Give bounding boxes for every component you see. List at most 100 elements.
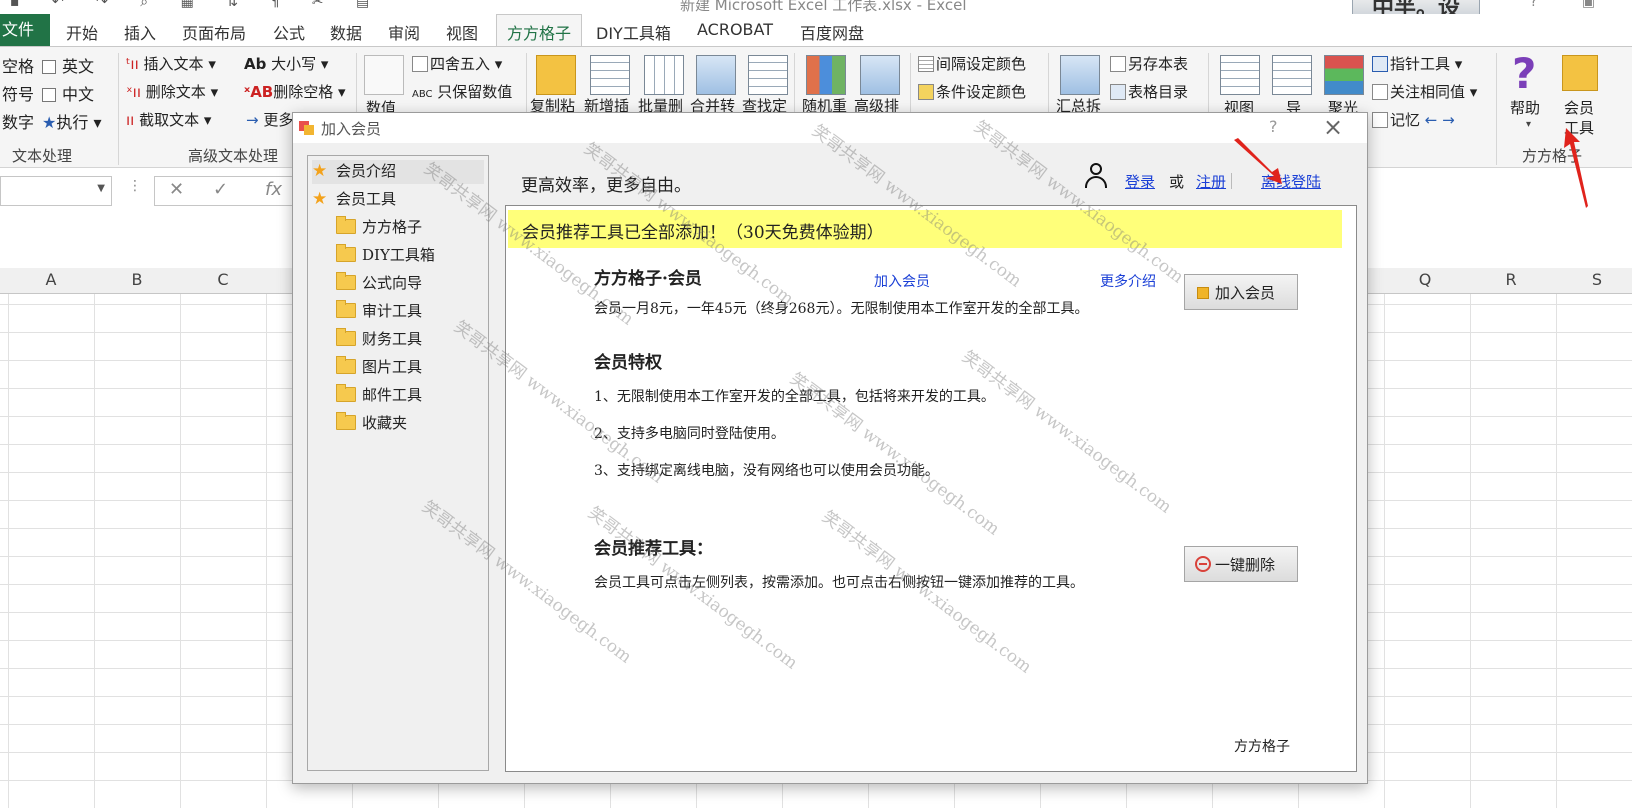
tab-page-layout[interactable]: 页面布局 <box>182 20 246 44</box>
window-buttons[interactable]: ? ▣ — <box>1530 0 1632 14</box>
tree-item-label: 收藏夹 <box>362 414 408 432</box>
dialog-slogan: 更高效率，更多自由。 <box>521 176 691 196</box>
redo-arrow-icon[interactable]: → <box>1442 111 1455 129</box>
interval-color-icon <box>918 56 934 72</box>
delete-space-button[interactable]: ˣAB删除空格 ▾ <box>244 81 346 102</box>
round-button[interactable]: 四舍五入 ▾ <box>412 53 502 74</box>
folder-icon <box>336 216 356 234</box>
undo-arrow-icon[interactable]: ← <box>1425 111 1438 129</box>
divider <box>1496 53 1497 165</box>
sheet-index-button[interactable]: 表格目录 <box>1110 81 1188 102</box>
merge-icon <box>696 55 736 95</box>
tree-item-audit[interactable]: 审计工具 <box>336 300 422 324</box>
follow-same-label: 关注相同值 <box>1390 83 1466 101</box>
offline-login-link[interactable]: 离线登陆 <box>1261 171 1321 192</box>
check-english-label: 英文 <box>62 57 95 76</box>
tab-baidu-pan[interactable]: 百度网盘 <box>800 20 864 44</box>
member-tools-icon <box>1562 55 1598 91</box>
quick-access-toolbar[interactable]: ▪ ↶ ↷ ⌕ ▦ ⇅ ¶ ✂ ▤ <box>10 0 383 10</box>
tab-acrobat[interactable]: ACROBAT <box>697 20 773 39</box>
cut-text-button[interactable]: ıı 截取文本 ▾ <box>126 109 211 130</box>
tree-item-finance[interactable]: 财务工具 <box>336 328 422 352</box>
column-header[interactable]: S <box>1554 270 1632 289</box>
check-english[interactable]: 英文 <box>42 53 94 77</box>
login-link[interactable]: 登录 <box>1125 171 1155 192</box>
member-tools-line2[interactable]: 工具 <box>1564 117 1594 138</box>
more-info-link[interactable]: 更多介绍 <box>1100 271 1156 291</box>
pointer-tool-button[interactable]: 指针工具 ▾ <box>1372 53 1462 74</box>
chevron-down-icon[interactable]: ▾ <box>1526 119 1531 130</box>
insert-icon <box>590 55 630 95</box>
tab-insert[interactable]: 插入 <box>124 20 156 44</box>
member-icon <box>1197 287 1209 299</box>
tab-data[interactable]: 数据 <box>330 20 362 44</box>
tree-item-ffgz[interactable]: 方方格子 <box>336 216 422 240</box>
tab-home[interactable]: 开始 <box>66 20 98 44</box>
delete-text-label: 删除文本 <box>145 83 206 101</box>
tree-item-member-tools[interactable]: ★ 会员工具 <box>312 188 396 212</box>
memory-button[interactable]: 记忆 ← → <box>1372 109 1455 130</box>
insert-function-button[interactable]: fx <box>265 179 282 200</box>
close-icon[interactable]: × <box>1323 113 1343 141</box>
check-chinese[interactable]: 中文 <box>42 81 94 105</box>
tree-item-favorites[interactable]: 收藏夹 <box>336 412 407 436</box>
footer-brand: 方方格子 <box>1234 739 1290 755</box>
cancel-icon[interactable]: ✕ <box>169 179 184 200</box>
tree-item-diy[interactable]: DIY工具箱 <box>336 244 435 268</box>
tree-item-member-intro[interactable]: ★ 会员介绍 <box>312 160 484 184</box>
folder-icon <box>336 244 356 262</box>
view-icon <box>1220 55 1260 95</box>
enter-icon[interactable]: ✓ <box>213 179 228 200</box>
keep-value-button[interactable]: ABC 只保留数值 <box>412 81 512 102</box>
column-header[interactable]: C <box>180 270 266 289</box>
dialog-title-bar[interactable]: 加入会员 ? × <box>293 113 1367 143</box>
column-header[interactable]: R <box>1468 270 1554 289</box>
join-member-button[interactable]: 加入会员 <box>1184 274 1298 310</box>
tree-item-formula-wizard[interactable]: 公式向导 <box>336 272 422 296</box>
folder-icon <box>336 300 356 318</box>
insert-text-button[interactable]: ᵗıı 插入文本 ▾ <box>126 53 216 74</box>
check-digit[interactable]: 数字 <box>2 109 34 133</box>
tree-item-image[interactable]: 图片工具 <box>336 356 422 380</box>
column-header[interactable]: A <box>8 270 94 289</box>
privilege-item: 1、无限制使用本工作室开发的全部工具，包括将来开发的工具。 <box>594 389 995 405</box>
cond-color-icon <box>918 84 934 100</box>
interval-color-button[interactable]: 间隔设定颜色 <box>918 53 1026 74</box>
tab-view[interactable]: 视图 <box>446 20 478 44</box>
cond-color-label: 条件设定颜色 <box>936 83 1027 101</box>
delete-all-button[interactable]: 一键删除 <box>1184 546 1298 582</box>
insert-text-icon: ᵗıı <box>126 55 139 73</box>
tab-ffgz[interactable]: 方方格子 <box>496 14 583 47</box>
tab-diy-toolbox[interactable]: DIY工具箱 <box>596 20 671 44</box>
tree-item-mail[interactable]: 邮件工具 <box>336 384 422 408</box>
tree-item-label: 会员工具 <box>336 190 397 208</box>
register-link[interactable]: 注册 <box>1196 171 1226 192</box>
save-sheet-label: 另存本表 <box>1128 55 1189 73</box>
tree-item-label: 图片工具 <box>362 358 423 376</box>
save-sheet-button[interactable]: 另存本表 <box>1110 53 1188 74</box>
execute-button[interactable]: ★执行 ▾ <box>42 109 101 133</box>
join-member-link[interactable]: 加入会员 <box>874 271 930 291</box>
delete-text-button[interactable]: ˣıı 删除文本 ▾ <box>126 81 218 102</box>
tab-formulas[interactable]: 公式 <box>273 20 305 44</box>
check-digit-label: 数字 <box>2 113 35 132</box>
check-space[interactable]: 空格 <box>2 53 34 77</box>
member-tools-line1[interactable]: 会员 <box>1564 97 1594 118</box>
case-button[interactable]: Ab 大小写 ▾ <box>244 53 328 74</box>
chevron-down-icon[interactable]: ▼ <box>97 183 105 194</box>
help-button[interactable]: 帮助 <box>1510 97 1540 118</box>
help-icon[interactable]: ? <box>1269 117 1278 136</box>
more-button[interactable]: → 更多 <box>246 109 293 130</box>
cond-color-button[interactable]: 条件设定颜色 <box>918 81 1026 102</box>
column-header[interactable]: B <box>94 270 180 289</box>
memory-icon <box>1372 112 1388 128</box>
tab-review[interactable]: 审阅 <box>388 20 420 44</box>
check-symbol[interactable]: 符号 <box>2 81 34 105</box>
case-icon: Ab <box>244 55 267 73</box>
follow-same-button[interactable]: 关注相同值 ▾ <box>1372 81 1477 102</box>
save-sheet-icon <box>1110 56 1126 72</box>
name-box[interactable]: ▼ <box>0 176 112 206</box>
tab-file[interactable]: 文件 <box>0 14 50 46</box>
sheet-index-label: 表格目录 <box>1128 83 1189 101</box>
column-header[interactable]: Q <box>1382 270 1468 289</box>
